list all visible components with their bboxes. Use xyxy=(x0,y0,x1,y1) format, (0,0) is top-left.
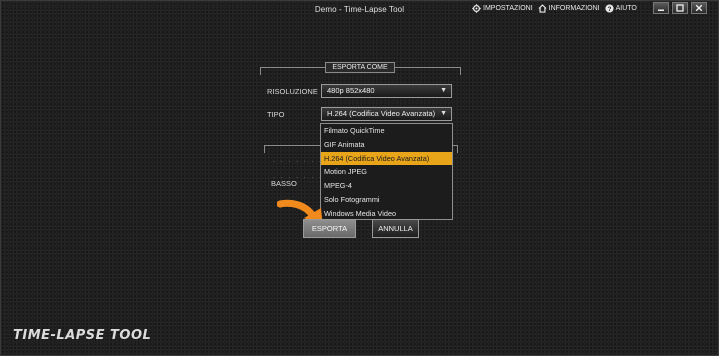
nav-settings-label: IMPOSTAZIONI xyxy=(483,5,533,12)
help-icon: ? xyxy=(605,4,614,13)
resolution-value: 480p 852x480 xyxy=(327,86,375,95)
nav-info-label: INFORMAZIONI xyxy=(548,5,600,12)
close-button[interactable] xyxy=(691,2,707,14)
nav-help-label: AIUTO xyxy=(615,5,637,12)
close-icon xyxy=(695,4,703,12)
section-title: ESPORTA COME xyxy=(325,62,395,73)
nav-help[interactable]: ? AIUTO xyxy=(605,4,637,13)
resolution-select[interactable]: 480p 852x480 ▼ xyxy=(321,84,452,98)
export-section-header: ESPORTA COME xyxy=(260,62,461,76)
dropdown-option[interactable]: MPEG-4 xyxy=(321,179,452,193)
chevron-down-icon: ▼ xyxy=(440,110,447,117)
maximize-button[interactable] xyxy=(672,2,688,14)
quality-low-label: BASSO xyxy=(271,179,297,188)
dropdown-option-selected[interactable]: H.264 (Codifica Video Avanzata) xyxy=(321,151,452,166)
top-nav: IMPOSTAZIONI INFORMAZIONI ? AIUTO xyxy=(472,4,637,13)
minimize-button[interactable] xyxy=(653,2,669,14)
gear-icon xyxy=(472,4,481,13)
resolution-label: RISOLUZIONE xyxy=(267,87,318,96)
dropdown-option[interactable]: GIF Animata xyxy=(321,138,452,152)
svg-text:?: ? xyxy=(607,6,611,13)
chevron-down-icon: ▼ xyxy=(440,87,447,94)
nav-info[interactable]: INFORMAZIONI xyxy=(538,4,600,13)
window-controls xyxy=(653,2,707,14)
dropdown-option[interactable]: Solo Fotogrammi xyxy=(321,193,452,207)
type-dropdown-list: Filmato QuickTime GIF Animata H.264 (Cod… xyxy=(320,123,453,220)
app-logo: TIME-LAPSE TOOL xyxy=(13,328,152,343)
cancel-button[interactable]: ANNULLA xyxy=(372,219,419,238)
export-button[interactable]: ESPORTA xyxy=(303,219,356,238)
type-value: H.264 (Codifica Video Avanzata) xyxy=(327,109,436,118)
type-select[interactable]: H.264 (Codifica Video Avanzata) ▼ xyxy=(321,107,452,121)
minimize-icon xyxy=(658,9,664,11)
home-icon xyxy=(538,4,547,13)
title-bar: Demo - Time-Lapse Tool IMPOSTAZIONI INFO… xyxy=(1,1,718,19)
dropdown-option[interactable]: Filmato QuickTime xyxy=(321,124,452,138)
maximize-icon xyxy=(676,4,684,12)
nav-settings[interactable]: IMPOSTAZIONI xyxy=(472,4,533,13)
type-label: TIPO xyxy=(267,110,285,119)
dropdown-option[interactable]: Motion JPEG xyxy=(321,165,452,179)
